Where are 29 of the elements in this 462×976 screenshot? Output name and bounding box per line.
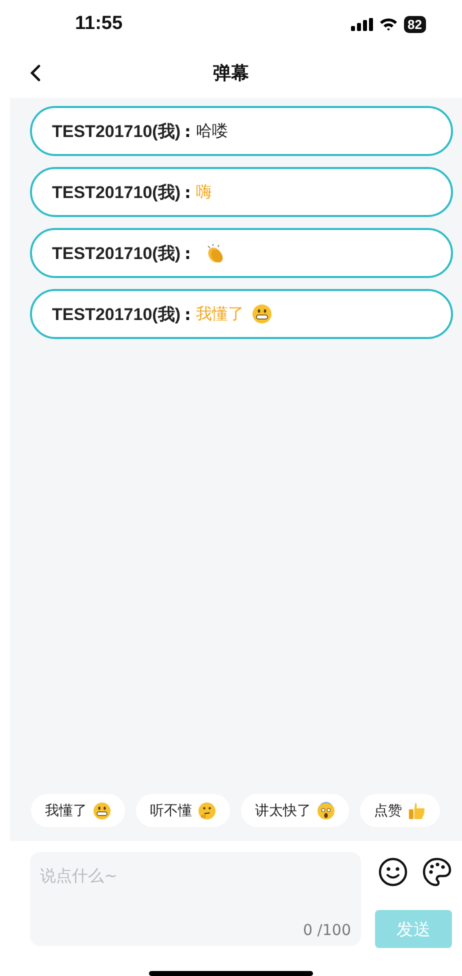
message-text: 嗨 bbox=[196, 182, 212, 202]
wifi-icon bbox=[378, 17, 398, 31]
sender-name: TEST201710(我) bbox=[52, 242, 180, 264]
separator-colon: : bbox=[184, 304, 191, 324]
quick-reply-chip[interactable]: 我懂了 bbox=[31, 794, 125, 827]
thumbs-up-icon bbox=[408, 802, 426, 820]
battery-indicator: 82 bbox=[404, 16, 426, 32]
back-icon[interactable] bbox=[29, 64, 41, 82]
palette-icon[interactable] bbox=[422, 857, 452, 887]
signal-icon bbox=[350, 18, 373, 30]
sender-name: TEST201710(我) bbox=[52, 304, 180, 326]
grinning-face-icon bbox=[252, 304, 272, 324]
quick-reply-chip[interactable]: 点赞 bbox=[360, 794, 440, 827]
grinning-face-icon bbox=[93, 802, 111, 820]
separator-colon: : bbox=[184, 122, 191, 140]
status-time: 11:55 bbox=[75, 13, 123, 35]
separator-colon: : bbox=[184, 182, 191, 202]
thinking-face-icon bbox=[198, 802, 216, 820]
sender-name: TEST201710(我) bbox=[52, 182, 180, 204]
quick-reply-chip[interactable]: 讲太快了 bbox=[241, 794, 349, 827]
quick-reply-chip[interactable]: 听不懂 bbox=[136, 794, 230, 827]
message-text: 我懂了 bbox=[196, 304, 244, 324]
screaming-face-icon bbox=[317, 802, 335, 820]
sender-name: TEST201710(我) bbox=[52, 120, 180, 142]
separator-colon: : bbox=[184, 244, 191, 262]
character-counter: 0 /100 bbox=[303, 921, 351, 939]
message-text: 哈喽 bbox=[196, 120, 228, 142]
page-title: 弹幕 bbox=[213, 62, 249, 85]
smiley-face-icon[interactable] bbox=[378, 857, 408, 887]
